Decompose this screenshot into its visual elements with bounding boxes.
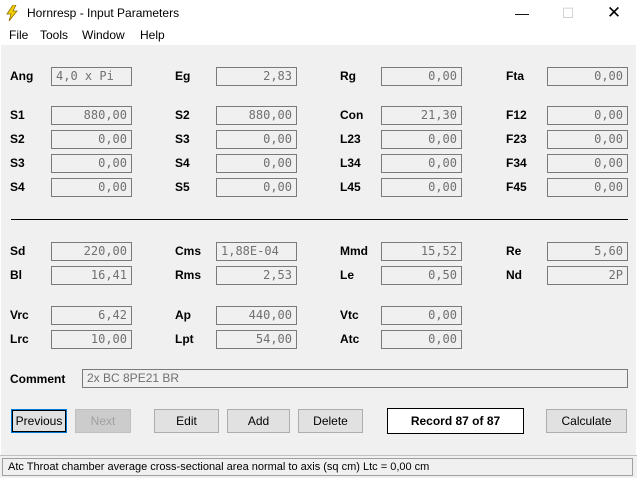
cms-label: Cms [175, 244, 202, 258]
lrc-field[interactable]: 10,00 [51, 330, 132, 349]
title-bar: Hornresp - Input Parameters — ☐ ✕ [0, 0, 637, 26]
l45-field[interactable]: 0,00 [381, 178, 462, 197]
nd-field[interactable]: 2P [547, 266, 628, 285]
edit-button[interactable]: Edit [154, 409, 219, 433]
le-label: Le [340, 268, 355, 282]
s3b-label: S3 [175, 132, 190, 146]
vrc-label: Vrc [10, 308, 29, 322]
s4a-label: S4 [10, 180, 25, 194]
rg-label: Rg [340, 69, 356, 83]
add-button-label: Add [247, 414, 270, 428]
window-title: Hornresp - Input Parameters [27, 6, 180, 20]
bl-label: Bl [10, 268, 22, 282]
s2a-field[interactable]: 0,00 [51, 130, 132, 149]
s3a-label: S3 [10, 156, 25, 170]
bl-field[interactable]: 16,41 [51, 266, 132, 285]
previous-button[interactable]: Previous [11, 409, 67, 433]
s2a-label: S2 [10, 132, 25, 146]
comment-label: Comment [10, 372, 66, 386]
atc-label: Atc [340, 332, 360, 346]
rg-field[interactable]: 0,00 [381, 67, 462, 86]
previous-button-label: Previous [15, 414, 63, 428]
calculate-button-label: Calculate [561, 414, 612, 428]
f45-field[interactable]: 0,00 [547, 178, 628, 197]
delete-button[interactable]: Delete [298, 409, 363, 433]
sd-label: Sd [10, 244, 26, 258]
s1a-label: S1 [10, 108, 25, 122]
status-bar: Atc Throat chamber average cross-section… [0, 455, 637, 478]
f12-field[interactable]: 0,00 [547, 106, 628, 125]
con-field[interactable]: 21,30 [381, 106, 462, 125]
s4a-field[interactable]: 0,00 [51, 178, 132, 197]
l23-label: L23 [340, 132, 361, 146]
f12-label: F12 [506, 108, 527, 122]
s4b-label: S4 [175, 156, 190, 170]
vrc-field[interactable]: 6,42 [51, 306, 132, 325]
re-label: Re [506, 244, 522, 258]
calculate-button[interactable]: Calculate [546, 409, 627, 433]
s3a-field[interactable]: 0,00 [51, 154, 132, 173]
ap-field[interactable]: 440,00 [216, 306, 297, 325]
l34-label: L34 [340, 156, 361, 170]
ang-field[interactable]: 4,0 x Pi [51, 67, 132, 86]
rms-field[interactable]: 2,53 [216, 266, 297, 285]
close-button[interactable]: ✕ [591, 0, 637, 26]
rms-label: Rms [175, 268, 202, 282]
l34-field[interactable]: 0,00 [381, 154, 462, 173]
le-field[interactable]: 0,50 [381, 266, 462, 285]
ang-label: Ang [10, 69, 34, 83]
vtc-label: Vtc [340, 308, 359, 322]
delete-button-label: Delete [313, 414, 348, 428]
add-button[interactable]: Add [227, 409, 290, 433]
f23-field[interactable]: 0,00 [547, 130, 628, 149]
s5b-field[interactable]: 0,00 [216, 178, 297, 197]
s3b-field[interactable]: 0,00 [216, 130, 297, 149]
sd-field[interactable]: 220,00 [51, 242, 132, 261]
s5b-label: S5 [175, 180, 190, 194]
menu-help[interactable]: Help [140, 28, 165, 42]
eg-field[interactable]: 2,83 [216, 67, 297, 86]
lpt-field[interactable]: 54,00 [216, 330, 297, 349]
re-field[interactable]: 5,60 [547, 242, 628, 261]
next-button[interactable]: Next [75, 409, 131, 433]
l23-field[interactable]: 0,00 [381, 130, 462, 149]
lrc-label: Lrc [10, 332, 29, 346]
mmd-field[interactable]: 15,52 [381, 242, 462, 261]
menu-window[interactable]: Window [82, 28, 125, 42]
s2b-field[interactable]: 880,00 [216, 106, 297, 125]
mmd-label: Mmd [340, 244, 368, 258]
eg-label: Eg [175, 69, 191, 83]
cms-field[interactable]: 1,88E-04 [216, 242, 297, 261]
f23-label: F23 [506, 132, 527, 146]
s1a-field[interactable]: 880,00 [51, 106, 132, 125]
nd-label: Nd [506, 268, 522, 282]
f45-label: F45 [506, 180, 527, 194]
menu-tools[interactable]: Tools [40, 28, 68, 42]
con-label: Con [340, 108, 364, 122]
l45-label: L45 [340, 180, 361, 194]
s2b-label: S2 [175, 108, 190, 122]
maximize-button[interactable]: ☐ [545, 0, 591, 26]
edit-button-label: Edit [176, 414, 197, 428]
lpt-label: Lpt [175, 332, 194, 346]
s4b-field[interactable]: 0,00 [216, 154, 297, 173]
vtc-field[interactable]: 0,00 [381, 306, 462, 325]
fta-label: Fta [506, 69, 524, 83]
input-parameters-panel: Ang 4,0 x Pi Eg 2,83 Rg 0,00 Fta 0,00 S1 880,00 S2… [1, 45, 636, 455]
ap-label: Ap [175, 308, 191, 322]
minimize-button[interactable]: — [499, 0, 545, 26]
lightning-bolt-icon [6, 5, 18, 21]
status-text: Atc Throat chamber average cross-section… [2, 458, 633, 476]
menu-bar: File Tools Window Help [0, 26, 637, 45]
comment-field[interactable]: 2x BC 8PE21 BR [82, 369, 628, 388]
record-indicator: Record 87 of 87 [387, 408, 524, 434]
separator-line [11, 219, 628, 220]
next-button-label: Next [90, 414, 116, 428]
f34-field[interactable]: 0,00 [547, 154, 628, 173]
atc-field[interactable]: 0,00 [381, 330, 462, 349]
f34-label: F34 [506, 156, 527, 170]
menu-file[interactable]: File [9, 28, 28, 42]
fta-field[interactable]: 0,00 [547, 67, 628, 86]
